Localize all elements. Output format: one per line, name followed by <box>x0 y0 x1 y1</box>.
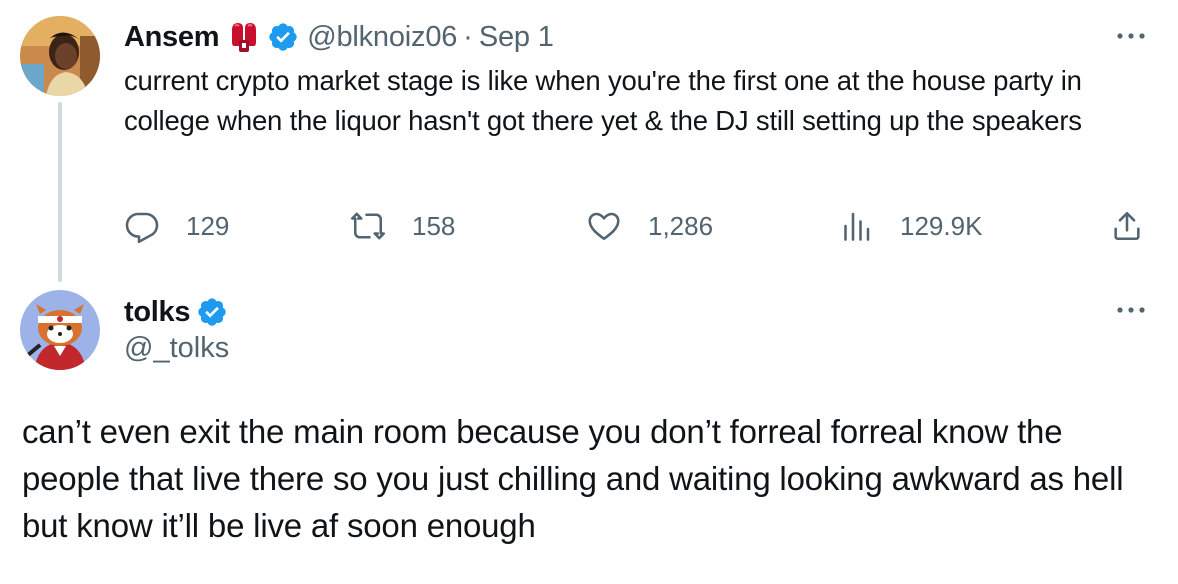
reply-icon <box>124 208 160 244</box>
author-name[interactable]: tolks <box>124 296 190 329</box>
parent-tweet-header: Ansem @blknoiz06 · Sep 1 <box>124 16 554 58</box>
more-icon[interactable] <box>1114 26 1148 46</box>
tweet-action-bar: 129 158 1,286 129.9K <box>124 204 1154 248</box>
share-button[interactable] <box>1110 204 1144 248</box>
share-icon <box>1110 209 1144 243</box>
reply-button[interactable]: 129 <box>124 204 229 248</box>
repost-button[interactable]: 158 <box>350 204 455 248</box>
parent-tweet-text: current crypto market stage is like when… <box>124 65 1082 136</box>
meta-separator: · <box>463 20 473 53</box>
tweet-date[interactable]: Sep 1 <box>479 21 554 54</box>
reply-tweet-header: tolks <box>124 292 236 332</box>
thread-connector-line <box>58 102 62 282</box>
avatar-ansem[interactable] <box>20 16 100 96</box>
more-icon[interactable] <box>1114 300 1148 320</box>
repost-count: 158 <box>412 210 456 241</box>
author-handle[interactable]: @blknoiz06 <box>307 21 457 54</box>
author-name[interactable]: Ansem <box>124 21 220 54</box>
repost-icon <box>350 208 386 244</box>
boxing-glove-icon <box>227 20 261 54</box>
like-icon <box>586 208 622 244</box>
reply-count: 129 <box>186 210 230 241</box>
reply-tweet-text: can’t even exit the main room because yo… <box>22 413 1124 544</box>
verified-badge-icon <box>267 21 299 53</box>
avatar-tolks[interactable] <box>20 290 100 370</box>
views-icon <box>838 208 874 244</box>
verified-badge-icon <box>196 296 228 328</box>
views-button[interactable]: 129.9K <box>838 204 982 248</box>
author-handle[interactable]: @_tolks <box>124 332 229 365</box>
view-count: 129.9K <box>900 210 983 241</box>
like-button[interactable]: 1,286 <box>586 204 713 248</box>
like-count: 1,286 <box>648 210 714 241</box>
